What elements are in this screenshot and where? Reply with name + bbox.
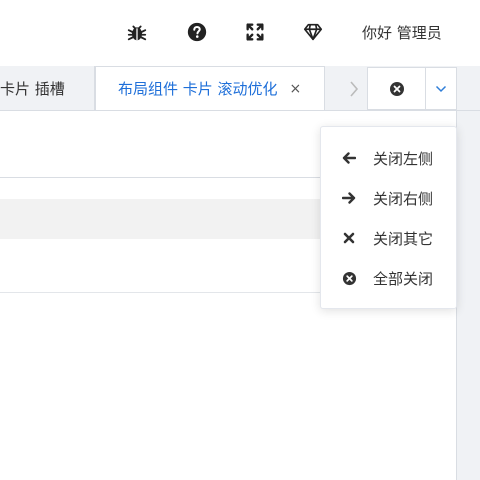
close-tab-button[interactable] [367,67,425,110]
chevron-down-icon [435,85,447,92]
close-circle-icon [341,270,357,286]
tab-label: 卡片 插槽 [0,79,65,98]
tab-menu-toggle[interactable] [425,67,457,110]
menu-item-label: 关闭右侧 [373,189,434,208]
menu-item-close-others[interactable]: 关闭其它 [321,219,456,257]
arrow-left-icon [341,150,357,166]
user-greeting[interactable]: 你好 管理员 [362,22,442,43]
tab-close-icon[interactable]: × [290,81,302,97]
scroll-right-icon[interactable] [346,78,362,100]
tab-card-slot[interactable]: 卡片 插槽 [0,66,95,110]
menu-item-label: 关闭其它 [373,229,434,248]
menu-item-label: 关闭左侧 [373,149,434,168]
tab-layout-card-scroll[interactable]: 布局组件 卡片 滚动优化 × [95,66,325,110]
menu-item-close-left[interactable]: 关闭左侧 [321,139,456,177]
menu-item-close-right[interactable]: 关闭右侧 [321,179,456,217]
close-x-icon [341,230,357,246]
top-header: 你好 管理员 [0,0,480,66]
close-circle-icon [389,81,404,96]
tab-label: 布局组件 卡片 滚动优化 [118,80,278,98]
help-icon[interactable] [185,20,209,44]
fullscreen-icon[interactable] [243,20,267,44]
arrow-right-icon [341,190,357,206]
tab-context-menu: 关闭左侧 关闭右侧 关闭其它 全部关闭 [320,126,457,309]
bug-icon[interactable] [125,20,149,44]
menu-item-close-all[interactable]: 全部关闭 [321,259,456,297]
diamond-icon[interactable] [301,20,325,44]
menu-item-label: 全部关闭 [373,269,434,288]
